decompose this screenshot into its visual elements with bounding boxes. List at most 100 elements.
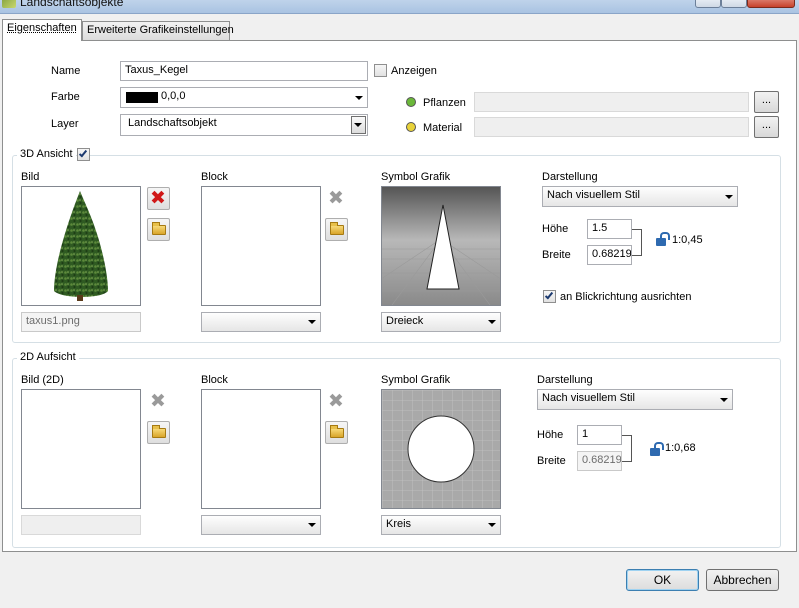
darstellung-2d-select[interactable]: Nach visuellem Stil <box>537 389 733 410</box>
breite-2d-input: 0.68219 <box>577 451 622 471</box>
symbol-grafik-2d-label: Symbol Grafik <box>381 374 451 386</box>
tree-image <box>54 191 108 301</box>
group-3d-label: 3D Ansicht <box>17 148 76 160</box>
delete-bild-2d-button: ✖ <box>147 390 170 413</box>
block-2d-preview[interactable] <box>201 389 321 509</box>
chevron-down-icon <box>488 320 496 324</box>
ok-button[interactable]: OK <box>626 569 699 591</box>
circle-symbol-image <box>382 390 500 508</box>
color-swatch <box>126 92 158 103</box>
triangle-symbol-image <box>341 187 541 306</box>
material-status-icon <box>406 122 416 132</box>
close-button[interactable] <box>747 0 795 8</box>
cancel-button[interactable]: Abbrechen <box>706 569 779 591</box>
chevron-down-icon <box>725 194 733 199</box>
x-icon: ✖ <box>328 187 344 209</box>
ratio-2d-value: 1:0,68 <box>665 442 696 454</box>
symbol-2d-select[interactable]: Kreis <box>381 515 501 535</box>
farbe-value: 0,0,0 <box>161 90 186 102</box>
symbol-grafik-label: Symbol Grafik <box>381 171 451 183</box>
anzeigen-checkbox[interactable] <box>374 64 387 77</box>
3d-ansicht-checkbox[interactable] <box>77 148 90 161</box>
tab-label: Erweiterte Grafikeinstellungen <box>87 24 234 36</box>
ratio-bracket <box>632 229 642 256</box>
pflanzen-status-icon <box>406 97 416 107</box>
delete-block-button: ✖ <box>325 187 348 210</box>
anzeigen-label: Anzeigen <box>391 65 437 77</box>
hoehe-2d-label: Höhe <box>537 429 564 441</box>
tab-eigenschaften[interactable]: Eigenschaften <box>2 19 82 41</box>
x-icon: ✖ <box>328 390 344 412</box>
delete-block-2d-button: ✖ <box>325 390 348 413</box>
symbol-2d-value: Kreis <box>386 518 412 530</box>
material-label: Material <box>423 122 463 134</box>
hoehe-input[interactable]: 1.5 <box>587 219 632 239</box>
darstellung-select[interactable]: Nach visuellem Stil <box>542 186 738 207</box>
layer-label: Layer <box>51 118 79 130</box>
chevron-down-icon <box>354 123 362 127</box>
dropdown-button[interactable] <box>351 116 366 134</box>
chevron-down-icon <box>355 95 363 100</box>
blickrichtung-checkbox[interactable] <box>543 290 556 303</box>
folder-icon <box>152 425 166 438</box>
ratio-2d-bracket <box>622 435 632 462</box>
lock-icon[interactable] <box>656 232 670 246</box>
breite-label: Breite <box>542 249 571 261</box>
layer-value: Landschaftsobjekt <box>128 117 217 129</box>
material-field <box>474 117 749 137</box>
check-icon <box>78 148 88 158</box>
hoehe-2d-input[interactable]: 1 <box>577 425 622 445</box>
layer-select[interactable]: Landschaftsobjekt <box>120 114 368 136</box>
bild-label: Bild <box>21 171 40 183</box>
breite-input[interactable]: 0.68219 <box>587 245 632 265</box>
farbe-select[interactable]: 0,0,0 <box>120 87 368 108</box>
block-label: Block <box>201 171 228 183</box>
open-bild-2d-button[interactable] <box>147 421 170 444</box>
bild-2d-preview[interactable] <box>21 389 141 509</box>
tab-label: Eigenschaften <box>7 22 77 34</box>
darstellung-2d-label: Darstellung <box>537 374 593 386</box>
block-select[interactable] <box>201 312 321 332</box>
chevron-down-icon <box>720 397 728 402</box>
chevron-down-icon <box>308 320 316 324</box>
bild-preview[interactable] <box>21 186 141 306</box>
tab-erweiterte-grafikeinstellungen[interactable]: Erweiterte Grafikeinstellungen <box>82 21 234 40</box>
ratio-value: 1:0,45 <box>672 234 703 246</box>
block-2d-select[interactable] <box>201 515 321 535</box>
name-label: Name <box>51 65 81 77</box>
symbol-value: Dreieck <box>386 315 424 327</box>
group-2d-label: 2D Aufsicht <box>17 351 79 363</box>
breite-2d-label: Breite <box>537 455 566 467</box>
open-bild-button[interactable] <box>147 218 170 241</box>
hoehe-label: Höhe <box>542 223 569 235</box>
maximize-button[interactable] <box>721 0 747 8</box>
symbol-select[interactable]: Dreieck <box>381 312 501 332</box>
pflanzen-browse-button[interactable]: ... <box>754 91 779 113</box>
open-block-button[interactable] <box>325 218 348 241</box>
delete-bild-button[interactable]: ✖ <box>147 187 170 210</box>
folder-icon <box>152 222 166 235</box>
bild-2d-filename <box>21 515 141 535</box>
window-title: Landschaftsobjekte <box>20 0 124 9</box>
farbe-label: Farbe <box>51 91 80 103</box>
window-titlebar: Landschaftsobjekte <box>0 0 799 14</box>
block-preview[interactable] <box>201 186 321 306</box>
darstellung-label: Darstellung <box>542 171 598 183</box>
bild-2d-label: Bild (2D) <box>21 374 64 386</box>
chevron-down-icon <box>308 523 316 527</box>
lock-icon[interactable] <box>650 442 664 456</box>
x-icon: ✖ <box>150 187 166 209</box>
pflanzen-field <box>474 92 749 112</box>
minimize-button[interactable] <box>695 0 721 8</box>
darstellung-value: Nach visuellem Stil <box>547 189 640 201</box>
chevron-down-icon <box>488 523 496 527</box>
material-browse-button[interactable]: ... <box>754 116 779 138</box>
open-block-2d-button[interactable] <box>325 421 348 444</box>
pflanzen-label: Pflanzen <box>423 97 466 109</box>
symbol-2d-preview <box>381 389 501 509</box>
darstellung-2d-value: Nach visuellem Stil <box>542 392 635 404</box>
blickrichtung-label: an Blickrichtung ausrichten <box>560 291 692 303</box>
name-input[interactable]: Taxus_Kegel <box>120 61 368 81</box>
folder-icon <box>330 222 344 235</box>
bild-filename: taxus1.png <box>21 312 141 332</box>
